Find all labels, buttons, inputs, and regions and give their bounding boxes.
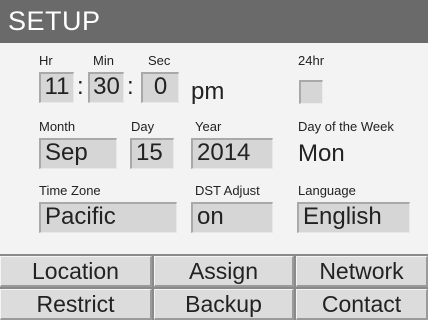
timezone-label: Time Zone — [39, 183, 101, 198]
settings-panel: Hr Min Sec 24hr 11 : 30 : 0 pm Month Day… — [0, 43, 428, 254]
minute-field[interactable]: 30 — [88, 72, 124, 103]
assign-button[interactable]: Assign — [154, 256, 294, 287]
network-button[interactable]: Network — [296, 256, 428, 287]
second-field[interactable]: 0 — [141, 72, 179, 103]
month-field[interactable]: Sep — [39, 138, 117, 169]
minute-second-separator: : — [127, 73, 134, 100]
language-field[interactable]: English — [297, 202, 410, 233]
minute-label: Min — [93, 53, 114, 68]
year-field[interactable]: 2014 — [191, 138, 273, 169]
month-label: Month — [39, 119, 76, 134]
day-field[interactable]: 15 — [130, 138, 174, 169]
title-bar: SETUP — [0, 0, 428, 43]
button-bar: Location Assign Network Restrict Backup … — [0, 254, 428, 320]
format-24hr-checkbox[interactable] — [299, 80, 323, 104]
format-24hr-label: 24hr — [298, 53, 325, 68]
hour-minute-separator: : — [77, 73, 84, 100]
dst-field[interactable]: on — [191, 202, 273, 233]
timezone-field[interactable]: Pacific — [39, 202, 177, 233]
weekday-label: Day of the Week — [298, 119, 394, 134]
screen-title: SETUP — [8, 6, 101, 36]
contact-button[interactable]: Contact — [296, 289, 428, 320]
second-label: Sec — [148, 53, 171, 68]
hour-label: Hr — [39, 53, 53, 68]
weekday-value: Mon — [298, 140, 345, 167]
year-label: Year — [195, 119, 222, 134]
ampm-indicator[interactable]: pm — [191, 78, 224, 106]
dst-label: DST Adjust — [195, 183, 260, 198]
setup-screen: SETUP Hr Min Sec 24hr 11 : 30 : 0 pm Mon… — [0, 0, 428, 320]
day-label: Day — [131, 119, 155, 134]
backup-button[interactable]: Backup — [154, 289, 294, 320]
language-label: Language — [298, 183, 356, 198]
restrict-button[interactable]: Restrict — [0, 289, 152, 320]
location-button[interactable]: Location — [0, 256, 152, 287]
hour-field[interactable]: 11 — [39, 72, 74, 103]
